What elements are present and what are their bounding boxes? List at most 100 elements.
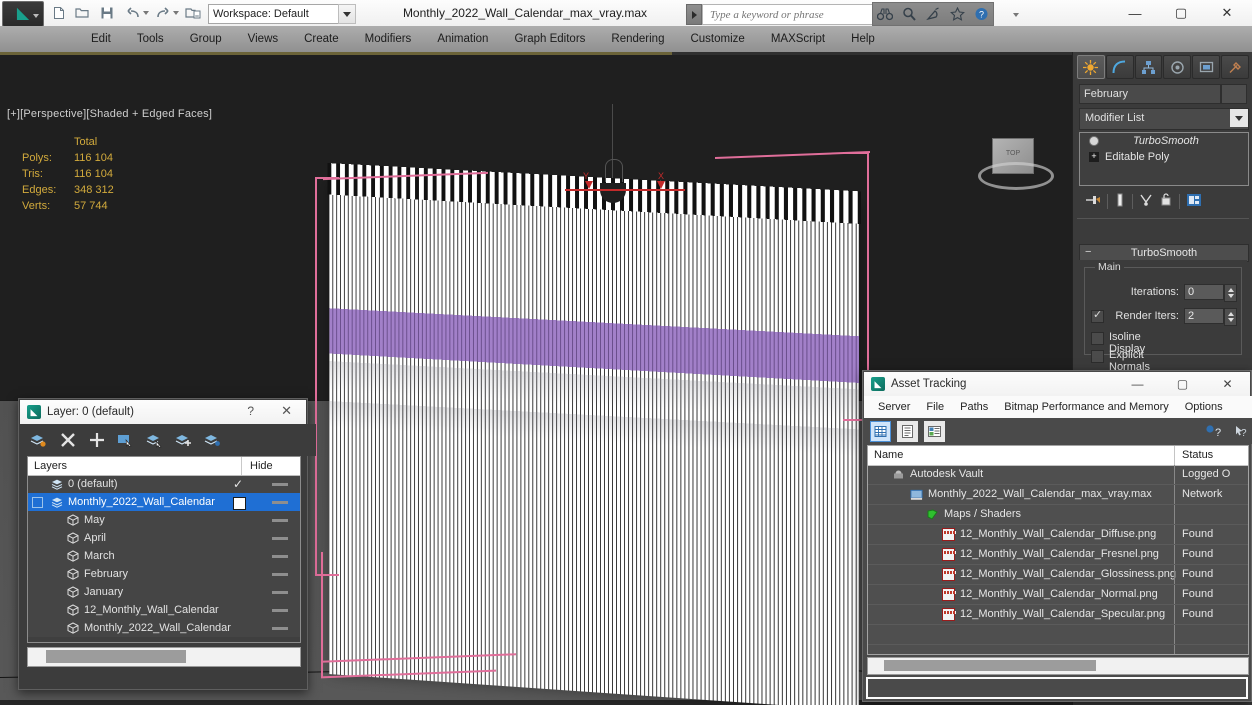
menu-item-create[interactable]: Create — [291, 26, 352, 52]
magnifier-icon[interactable] — [897, 4, 921, 24]
asset-close-button[interactable]: ✕ — [1205, 372, 1250, 396]
show-end-result-icon[interactable] — [1114, 193, 1126, 210]
layer-row-12-monthly-wall-calendar[interactable]: 12_Monthly_Wall_Calendar — [28, 601, 300, 619]
help-icon[interactable]: ? — [969, 4, 993, 24]
menu-item-maxscript[interactable]: MAXScript — [758, 26, 838, 52]
layer-scrollbar-thumb[interactable] — [46, 650, 186, 663]
configure-modifier-sets-icon[interactable] — [1186, 193, 1202, 210]
layer-hide-toggle[interactable] — [272, 537, 288, 540]
search-input[interactable] — [708, 7, 862, 22]
asset-row-normal-png[interactable]: 12_Monthly_Wall_Calendar_Normal.png Foun… — [868, 585, 1248, 605]
asset-menu-file[interactable]: File — [918, 396, 952, 418]
window-maximize-button[interactable]: ▢ — [1158, 0, 1204, 26]
utilities-tab[interactable] — [1221, 55, 1249, 79]
view-cube-compass-ring[interactable] — [978, 162, 1054, 190]
add-selected-objects-icon[interactable] — [175, 432, 192, 449]
menu-item-help[interactable]: Help — [838, 26, 888, 52]
modifier-list-dropdown[interactable]: Modifier List — [1079, 108, 1249, 130]
object-name-field[interactable]: February — [1079, 84, 1221, 104]
detail-view-icon[interactable] — [924, 420, 945, 442]
create-new-layer-icon[interactable] — [30, 432, 47, 449]
render-iters-spinner[interactable] — [1224, 308, 1237, 326]
menu-item-group[interactable]: Group — [177, 26, 235, 52]
menu-item-rendering[interactable]: Rendering — [598, 26, 677, 52]
asset-minimize-button[interactable]: — — [1115, 372, 1160, 396]
lightbulb-icon[interactable] — [1088, 135, 1100, 147]
make-unique-icon[interactable] — [1139, 193, 1153, 210]
asset-row-diffuse-png[interactable]: 12_Monthly_Wall_Calendar_Diffuse.png Fou… — [868, 525, 1248, 545]
save-file-icon[interactable] — [96, 3, 117, 23]
redo-dropdown-icon[interactable] — [173, 11, 179, 15]
layer-hide-toggle[interactable] — [272, 555, 288, 558]
asset-row-fresnel-png[interactable]: 12_Monthly_Wall_Calendar_Fresnel.png Fou… — [868, 545, 1248, 565]
render-iters-field[interactable]: 2 — [1184, 308, 1224, 324]
help-dropdown-icon[interactable] — [1013, 13, 1019, 17]
menu-item-modifiers[interactable]: Modifiers — [352, 26, 425, 52]
asset-row-autodesk-vault[interactable]: Autodesk Vault Logged O — [868, 465, 1248, 485]
motion-tab[interactable] — [1163, 55, 1192, 79]
layer-row-january[interactable]: January — [28, 583, 300, 601]
app-menu-chevron-icon[interactable] — [33, 14, 39, 18]
modifier-stack-item-turbosmooth[interactable]: TurboSmooth — [1080, 133, 1248, 149]
layer-hide-toggle[interactable] — [272, 501, 288, 504]
asset-menu-bitmap-performance[interactable]: Bitmap Performance and Memory — [996, 396, 1176, 418]
remove-modifier-icon[interactable] — [1159, 192, 1173, 210]
window-close-button[interactable]: ✕ — [1204, 0, 1250, 26]
layer-row-april[interactable]: April — [28, 529, 300, 547]
asset-tracking-table[interactable]: Name Status Autodesk Vault Logged O Mont… — [867, 445, 1249, 655]
window-minimize-button[interactable]: — — [1112, 0, 1158, 26]
asset-row-maps-shaders[interactable]: Maps / Shaders — [868, 505, 1248, 525]
satellite-dish-icon[interactable] — [921, 4, 945, 24]
modify-tab[interactable] — [1105, 55, 1134, 79]
modifier-list-dropdown-button[interactable] — [1230, 109, 1248, 127]
hierarchy-tab[interactable] — [1134, 55, 1163, 79]
search-expander-button[interactable] — [686, 4, 702, 25]
menu-item-tools[interactable]: Tools — [124, 26, 177, 52]
isoline-display-checkbox[interactable] — [1091, 332, 1104, 345]
asset-tracking-titlebar[interactable]: ◣ Asset Tracking — ▢ ✕ — [864, 372, 1250, 396]
add-selection-to-layer-icon[interactable] — [88, 432, 105, 449]
calendar-model[interactable]: Y X — [315, 151, 875, 705]
asset-scrollbar-thumb[interactable] — [884, 660, 1096, 671]
project-folder-icon[interactable] — [182, 3, 203, 23]
create-tab[interactable] — [1077, 55, 1105, 79]
grid-view-icon[interactable] — [870, 420, 891, 442]
layer-hide-toggle[interactable] — [272, 483, 288, 486]
layer-hide-toggle[interactable] — [272, 627, 288, 630]
layer-dialog-help-button[interactable]: ? — [247, 404, 254, 418]
redo-icon[interactable] — [152, 3, 173, 23]
layer-hide-toggle[interactable] — [272, 519, 288, 522]
asset-menu-paths[interactable]: Paths — [952, 396, 996, 418]
expand-plus-icon[interactable]: + — [1088, 151, 1100, 163]
layer-horizontal-scrollbar[interactable] — [27, 647, 301, 667]
layer-list[interactable]: Layers Hide 0 (default) ✓ Monthly_2022_W… — [27, 456, 301, 643]
star-icon[interactable] — [945, 4, 969, 24]
new-file-icon[interactable] — [48, 3, 69, 23]
modifier-stack-item-editablepoly[interactable]: + Editable Poly — [1080, 149, 1248, 165]
asset-horizontal-scrollbar[interactable] — [867, 657, 1249, 675]
layer-hide-toggle[interactable] — [272, 591, 288, 594]
workspace-selector[interactable]: Workspace: Default — [208, 4, 342, 24]
layer-hide-toggle[interactable] — [272, 573, 288, 576]
render-iters-checkbox[interactable] — [1091, 308, 1104, 323]
undo-dropdown-icon[interactable] — [143, 11, 149, 15]
menu-item-views[interactable]: Views — [235, 26, 291, 52]
layer-row-default[interactable]: 0 (default) ✓ — [28, 475, 300, 493]
asset-tracking-dialog[interactable]: ◣ Asset Tracking — ▢ ✕ Server File Paths… — [862, 370, 1252, 702]
viewport-label[interactable]: [+][Perspective][Shaded + Edged Faces] — [7, 108, 212, 120]
binoculars-icon[interactable] — [873, 4, 897, 24]
transform-gizmo[interactable]: Y X — [565, 171, 685, 197]
layer-hide-checkbox[interactable] — [233, 497, 246, 510]
asset-maximize-button[interactable]: ▢ — [1160, 372, 1205, 396]
select-highlighted-layers-icon[interactable] — [146, 432, 163, 449]
asset-menu-server[interactable]: Server — [870, 396, 918, 418]
asset-row-max-file[interactable]: Monthly_2022_Wall_Calendar_max_vray.max … — [868, 485, 1248, 505]
layer-current-checkmark-icon[interactable]: ✓ — [233, 477, 243, 491]
layer-row-march[interactable]: March — [28, 547, 300, 565]
iterations-field[interactable]: 0 — [1184, 284, 1224, 300]
explicit-normals-checkbox[interactable] — [1091, 350, 1104, 363]
pin-stack-icon[interactable] — [1085, 193, 1101, 210]
asset-row-glossiness-png[interactable]: 12_Monthly_Wall_Calendar_Glossiness.png … — [868, 565, 1248, 585]
object-color-swatch[interactable] — [1221, 84, 1247, 104]
search-box[interactable] — [702, 4, 875, 25]
